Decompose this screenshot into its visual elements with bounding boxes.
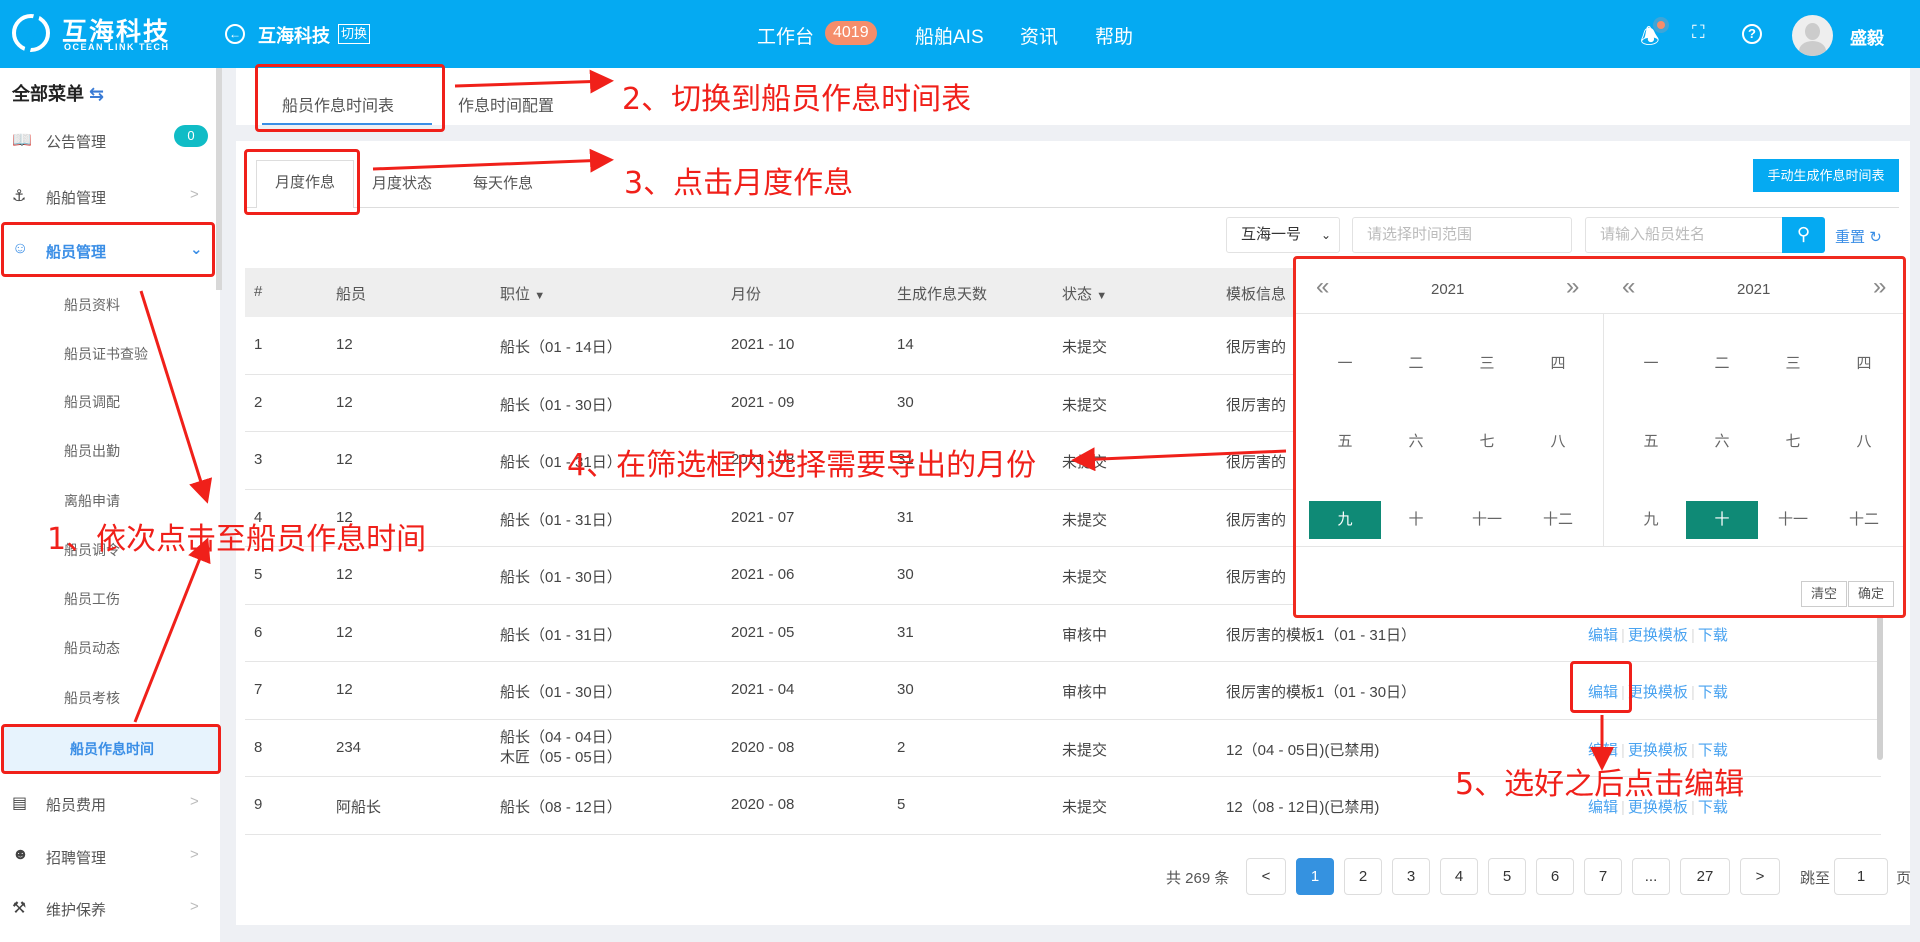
annotation-step-5: 5、选好之后点击编辑: [1455, 767, 1745, 802]
annotation-step-4: 4、在筛选框内选择需要导出的月份: [567, 448, 1037, 483]
annotation-step-1: 1、依次点击至船员作息时间: [47, 522, 427, 557]
annotation-step-3: 3、点击月度作息: [624, 166, 854, 201]
annotation-arrow: [133, 537, 211, 723]
annotation-arrow: [139, 290, 213, 504]
annotation-arrow: [454, 69, 614, 94]
annotation-step-2: 2、切换到船员作息时间表: [622, 82, 972, 117]
annotation-arrow: [1071, 447, 1287, 472]
annotation-arrow: [372, 148, 614, 173]
